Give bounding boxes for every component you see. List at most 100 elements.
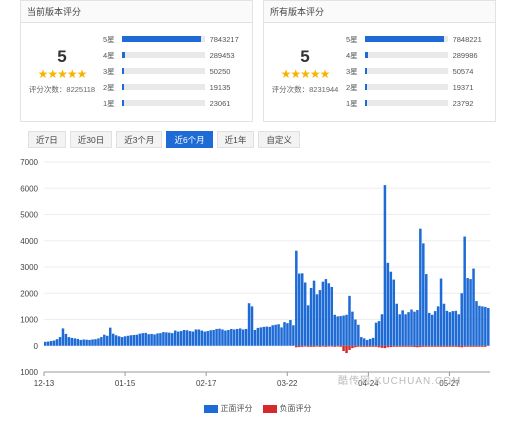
positive-bar[interactable] xyxy=(362,338,366,346)
positive-bar[interactable] xyxy=(182,330,186,346)
legend-item-negative[interactable]: 负面评分 xyxy=(262,403,312,414)
positive-bar[interactable] xyxy=(206,331,209,346)
positive-bar[interactable] xyxy=(312,280,316,346)
tab-3-months[interactable]: 近3个月 xyxy=(116,131,163,148)
positive-bar[interactable] xyxy=(108,327,112,346)
positive-bar[interactable] xyxy=(70,337,74,346)
positive-bar[interactable] xyxy=(445,310,449,346)
negative-bar[interactable] xyxy=(457,345,461,348)
positive-bar[interactable] xyxy=(360,337,363,346)
positive-bar[interactable] xyxy=(327,283,331,346)
positive-bar[interactable] xyxy=(371,337,375,346)
negative-bar[interactable] xyxy=(419,345,422,348)
negative-bar[interactable] xyxy=(422,345,425,347)
negative-bar[interactable] xyxy=(336,345,339,347)
negative-bar[interactable] xyxy=(463,345,466,347)
positive-bar[interactable] xyxy=(345,314,348,346)
positive-bar[interactable] xyxy=(176,331,180,346)
negative-bar[interactable] xyxy=(478,345,481,347)
positive-bar[interactable] xyxy=(348,295,351,346)
tab-30-days[interactable]: 近30日 xyxy=(69,131,113,148)
positive-bar[interactable] xyxy=(460,293,463,346)
positive-bar[interactable] xyxy=(150,333,153,346)
positive-bar[interactable] xyxy=(330,286,334,346)
negative-bar[interactable] xyxy=(451,345,455,347)
negative-bar[interactable] xyxy=(395,345,398,347)
positive-bar[interactable] xyxy=(147,334,150,346)
negative-bar[interactable] xyxy=(330,345,334,347)
positive-bar[interactable] xyxy=(448,312,452,346)
positive-bar[interactable] xyxy=(475,301,478,346)
positive-bar[interactable] xyxy=(401,310,404,346)
positive-bar[interactable] xyxy=(111,333,115,346)
positive-bar[interactable] xyxy=(235,328,239,346)
positive-bar[interactable] xyxy=(342,315,345,346)
positive-bar[interactable] xyxy=(153,334,156,346)
negative-bar[interactable] xyxy=(300,345,304,347)
negative-bar[interactable] xyxy=(374,345,378,347)
positive-bar[interactable] xyxy=(67,337,71,346)
negative-bar[interactable] xyxy=(469,345,472,347)
negative-bar[interactable] xyxy=(365,345,369,347)
positive-bar[interactable] xyxy=(377,321,381,346)
negative-bar[interactable] xyxy=(339,345,342,347)
positive-bar[interactable] xyxy=(292,325,295,346)
positive-bar[interactable] xyxy=(427,312,431,346)
positive-bar[interactable] xyxy=(425,274,428,346)
positive-bar[interactable] xyxy=(88,339,91,346)
positive-bar[interactable] xyxy=(333,314,336,346)
negative-bar[interactable] xyxy=(430,345,434,347)
positive-bar[interactable] xyxy=(318,290,322,346)
positive-bar[interactable] xyxy=(487,307,490,346)
positive-bar[interactable] xyxy=(386,262,390,346)
positive-bar[interactable] xyxy=(300,273,304,346)
positive-bar[interactable] xyxy=(97,338,100,346)
positive-bar[interactable] xyxy=(106,335,109,346)
positive-bar[interactable] xyxy=(212,330,215,346)
tab-6-months[interactable]: 近6个月 xyxy=(166,131,213,148)
negative-bar[interactable] xyxy=(407,345,410,347)
positive-bar[interactable] xyxy=(481,306,484,346)
positive-bar[interactable] xyxy=(277,324,280,346)
negative-bar[interactable] xyxy=(295,345,298,348)
positive-bar[interactable] xyxy=(114,335,118,346)
positive-bar[interactable] xyxy=(44,341,47,346)
negative-bar[interactable] xyxy=(410,345,413,347)
positive-bar[interactable] xyxy=(336,316,339,346)
positive-bar[interactable] xyxy=(244,328,248,346)
positive-bar[interactable] xyxy=(374,322,378,346)
positive-bar[interactable] xyxy=(94,339,97,346)
negative-bar[interactable] xyxy=(386,345,390,348)
positive-bar[interactable] xyxy=(484,306,487,346)
negative-bar[interactable] xyxy=(448,345,452,347)
negative-bar[interactable] xyxy=(309,345,313,347)
negative-bar[interactable] xyxy=(362,345,366,347)
positive-bar[interactable] xyxy=(221,329,224,346)
negative-bar[interactable] xyxy=(484,345,487,347)
positive-bar[interactable] xyxy=(194,329,198,346)
positive-bar[interactable] xyxy=(203,331,207,346)
positive-bar[interactable] xyxy=(120,337,124,346)
negative-bar[interactable] xyxy=(303,345,307,347)
negative-bar[interactable] xyxy=(312,345,316,347)
positive-bar[interactable] xyxy=(472,268,475,346)
positive-bar[interactable] xyxy=(185,330,189,346)
positive-bar[interactable] xyxy=(262,326,266,346)
positive-bar[interactable] xyxy=(306,305,310,346)
positive-bar[interactable] xyxy=(156,333,159,346)
negative-bar[interactable] xyxy=(348,345,351,350)
positive-bar[interactable] xyxy=(100,337,103,346)
positive-bar[interactable] xyxy=(466,278,469,346)
negative-bar[interactable] xyxy=(413,345,416,348)
positive-bar[interactable] xyxy=(188,331,192,346)
positive-bar[interactable] xyxy=(309,288,313,346)
negative-bar[interactable] xyxy=(342,345,345,351)
positive-bar[interactable] xyxy=(478,305,481,346)
positive-bar[interactable] xyxy=(469,279,472,346)
positive-bar[interactable] xyxy=(168,332,171,346)
positive-bar[interactable] xyxy=(392,279,396,346)
positive-bar[interactable] xyxy=(315,294,319,346)
positive-bar[interactable] xyxy=(407,312,410,346)
positive-bar[interactable] xyxy=(73,338,77,346)
tab-1-year[interactable]: 近1年 xyxy=(216,131,255,148)
